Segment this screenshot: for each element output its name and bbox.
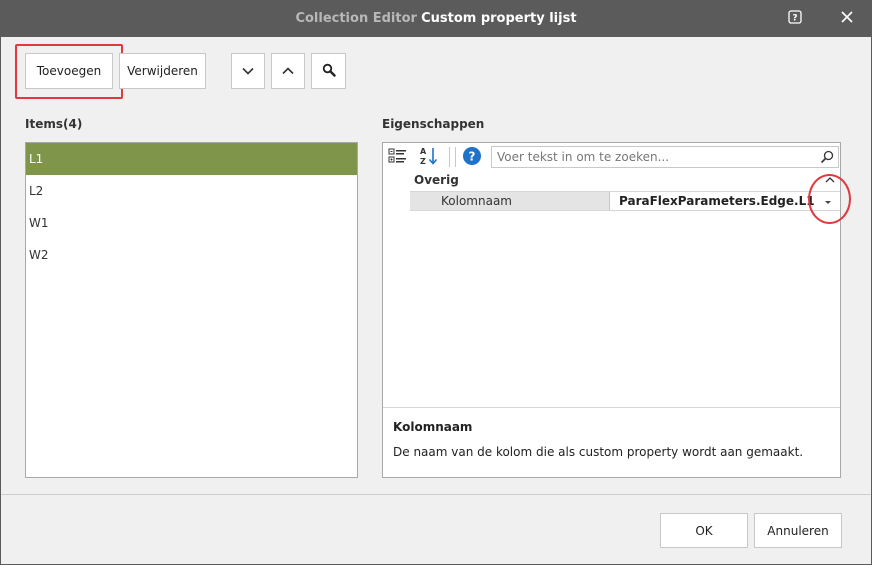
categorized-view-button[interactable] bbox=[387, 146, 409, 168]
description-pane: Kolomnaam De naam van de kolom die als c… bbox=[383, 407, 840, 477]
question-circle-icon: ? bbox=[462, 146, 482, 169]
svg-text:?: ? bbox=[469, 149, 476, 163]
chevron-up-icon bbox=[282, 64, 294, 78]
svg-text:?: ? bbox=[792, 13, 797, 23]
help-topic-button[interactable]: ? bbox=[461, 146, 483, 168]
dropdown-arrow-icon bbox=[824, 194, 832, 208]
svg-text:A: A bbox=[420, 147, 427, 156]
help-button[interactable]: ? bbox=[785, 8, 805, 28]
list-item[interactable]: W1 bbox=[26, 207, 357, 239]
move-down-button[interactable] bbox=[231, 53, 265, 89]
items-list[interactable]: L1 L2 W1 W2 bbox=[25, 142, 358, 478]
title-bar: Collection Editor Custom property lijst … bbox=[0, 0, 872, 37]
list-item[interactable]: L2 bbox=[26, 175, 357, 207]
properties-label: Eigenschappen bbox=[382, 117, 485, 131]
footer-divider bbox=[1, 494, 871, 495]
property-name: Kolomnaam bbox=[410, 192, 610, 210]
remove-button[interactable]: Verwijderen bbox=[119, 53, 206, 89]
chevron-down-icon bbox=[242, 64, 254, 78]
list-item[interactable]: L1 bbox=[26, 143, 357, 175]
items-label: Items(4) bbox=[25, 117, 83, 131]
search-button[interactable] bbox=[311, 53, 346, 89]
move-up-button[interactable] bbox=[271, 53, 305, 89]
magnifier-icon bbox=[322, 63, 336, 80]
property-grid-toolbar: A Z ? bbox=[383, 143, 840, 171]
list-item[interactable]: W2 bbox=[26, 239, 357, 271]
property-row[interactable]: Kolomnaam ParaFlexParameters.Edge.L1 bbox=[410, 191, 840, 211]
search-icon[interactable] bbox=[818, 148, 836, 166]
sort-az-icon: A Z bbox=[419, 146, 441, 169]
description-title: Kolomnaam bbox=[393, 420, 473, 434]
property-value[interactable]: ParaFlexParameters.Edge.L1 bbox=[611, 192, 840, 210]
categorized-list-icon bbox=[388, 147, 408, 168]
close-button[interactable] bbox=[837, 8, 857, 28]
close-icon bbox=[841, 10, 853, 26]
add-button[interactable]: Toevoegen bbox=[25, 53, 113, 89]
property-dropdown-button[interactable] bbox=[818, 193, 838, 209]
cancel-button[interactable]: Annuleren bbox=[754, 513, 842, 548]
property-grid: A Z ? Overig Kolomnaam bbox=[382, 142, 841, 478]
toolbar-separator bbox=[449, 147, 450, 167]
property-search-input[interactable] bbox=[492, 147, 807, 167]
help-icon: ? bbox=[788, 9, 802, 27]
window-title-main: Custom property lijst bbox=[421, 11, 577, 26]
ok-button[interactable]: OK bbox=[660, 513, 748, 548]
alphabetical-view-button[interactable]: A Z bbox=[419, 146, 441, 168]
window-title: Collection Editor Custom property lijst bbox=[0, 11, 872, 26]
category-row[interactable]: Overig bbox=[383, 171, 840, 191]
category-label: Overig bbox=[414, 173, 459, 187]
property-search-box[interactable] bbox=[491, 146, 839, 168]
collapse-chevron-icon[interactable] bbox=[823, 173, 837, 187]
description-text: De naam van de kolom die als custom prop… bbox=[393, 445, 804, 459]
toolbar-separator bbox=[455, 147, 456, 167]
svg-text:Z: Z bbox=[420, 157, 426, 166]
window-title-prefix: Collection Editor bbox=[295, 11, 417, 26]
